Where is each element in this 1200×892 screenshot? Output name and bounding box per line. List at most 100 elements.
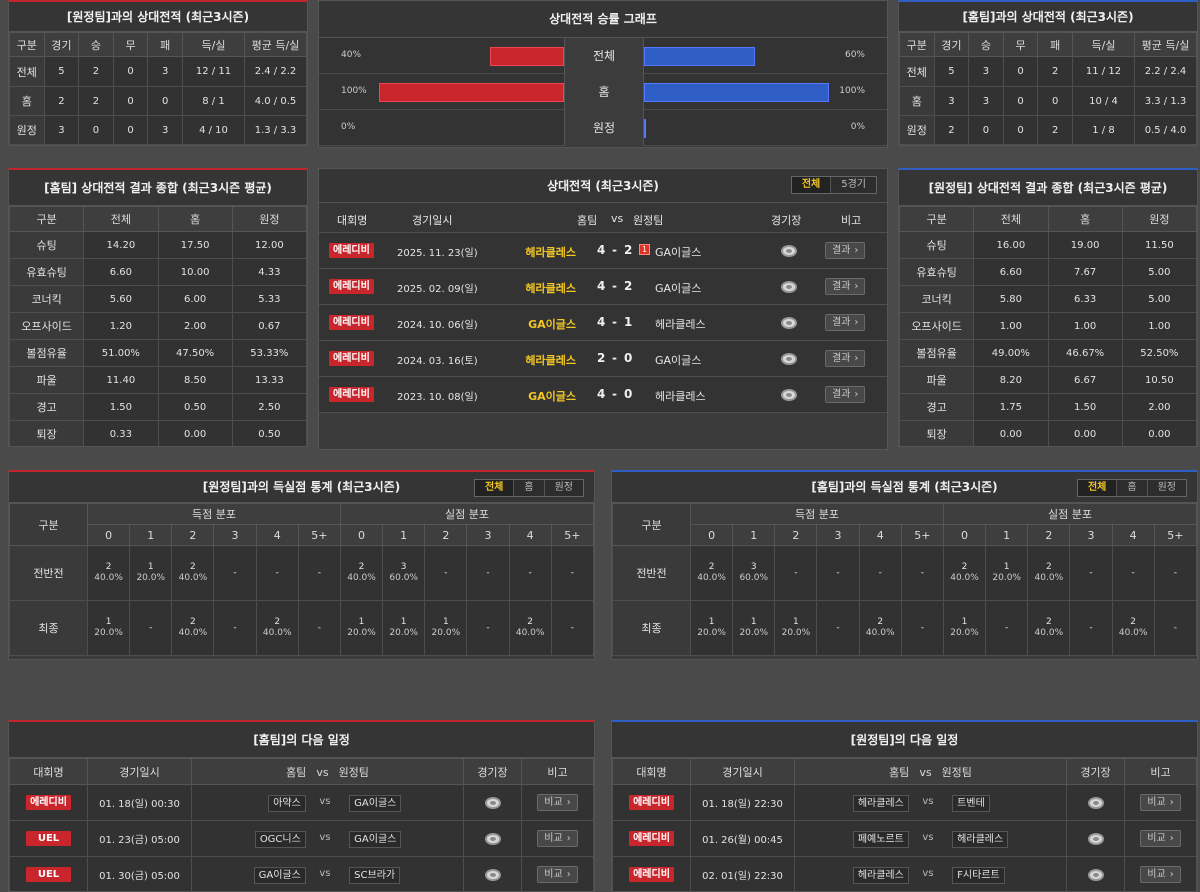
cell: 12.00 xyxy=(231,231,307,259)
header-note: 비고 xyxy=(1124,758,1197,785)
away-team[interactable]: 트벤테 xyxy=(952,795,990,812)
home-team[interactable]: GA이글스 xyxy=(253,867,306,884)
table-row[interactable]: UEL 01. 30(금) 05:00 GA이글스 vs SC브라가 비교 › xyxy=(9,856,594,891)
home-team[interactable]: 헤라클레스 xyxy=(852,867,909,884)
league-cell: UEL xyxy=(9,820,88,857)
away-team[interactable]: GA이글스 xyxy=(655,244,701,260)
result-button[interactable]: 결과 › xyxy=(825,314,866,331)
stadium-icon[interactable] xyxy=(484,796,501,809)
compare-button-label: 비교 xyxy=(544,869,563,880)
league-badge: UEL xyxy=(25,831,72,846)
distribution-cell: 3 60.0% xyxy=(732,545,776,601)
away-team[interactable]: GA이글스 xyxy=(655,280,701,296)
home-bar xyxy=(490,47,564,66)
compare-button[interactable]: 비교 › xyxy=(537,794,578,811)
away-team[interactable]: GA이글스 xyxy=(349,831,402,848)
stadium-icon[interactable] xyxy=(781,353,797,365)
home-team[interactable]: 헤라클레스 xyxy=(852,795,909,812)
home-team[interactable]: 헤라클레스 xyxy=(525,352,576,368)
percent: 40.0% xyxy=(94,573,123,583)
stadium-icon[interactable] xyxy=(1087,832,1104,845)
table-row[interactable]: 에레디비 2025. 02. 09(일) 헤라클레스 4-2 GA이글스 결과 › xyxy=(319,269,887,305)
stadium-icon[interactable] xyxy=(1087,796,1104,809)
home-winrate: 100% xyxy=(341,86,367,96)
home-team[interactable]: 헤라클레스 xyxy=(525,244,576,260)
bucket-header: 4 xyxy=(255,524,299,546)
away-team[interactable]: 헤라클레스 xyxy=(655,316,706,332)
result-button[interactable]: 결과 › xyxy=(825,350,866,367)
cell: 0.00 xyxy=(1121,420,1197,446)
table-row[interactable]: 에레디비 01. 26(월) 00:45 페예노르트 vs 헤라클레스 비교 › xyxy=(612,820,1197,857)
tab-5-games[interactable]: 5경기 xyxy=(830,177,876,193)
tab-home[interactable]: 홈 xyxy=(513,480,543,496)
note-cell: 비교 › xyxy=(521,856,594,891)
cell: 4.33 xyxy=(231,258,307,286)
away-team[interactable]: GA이글스 xyxy=(349,795,402,812)
stadium-icon[interactable] xyxy=(781,281,797,293)
tab-home[interactable]: 홈 xyxy=(1116,480,1146,496)
tab-away[interactable]: 원정 xyxy=(1146,480,1186,496)
tab-all[interactable]: 전체 xyxy=(1077,480,1117,496)
away-team[interactable]: 헤라클레스 xyxy=(655,388,706,404)
tab-all[interactable]: 전체 xyxy=(791,177,831,193)
score-separator: - xyxy=(612,387,617,401)
home-team[interactable]: GA이글스 xyxy=(528,388,576,404)
away-team[interactable]: GA이글스 xyxy=(655,352,701,368)
count: - xyxy=(836,567,840,578)
row-label: 슈팅 xyxy=(899,231,975,259)
table-row[interactable]: 에레디비 01. 18(일) 00:30 아약스 vs GA이글스 비교 › xyxy=(9,784,594,821)
header-note: 비고 xyxy=(841,214,862,227)
stadium-icon[interactable] xyxy=(781,389,797,401)
stadium-icon[interactable] xyxy=(781,317,797,329)
left-summary-panel: [홈팀] 상대전적 결과 종합 (최근3시즌 평균) 구분 전체 홈 원정 슈팅 14.2… xyxy=(8,168,308,447)
tab-away[interactable]: 원정 xyxy=(543,480,583,496)
header-home: 홈팀 xyxy=(577,214,598,227)
compare-button[interactable]: 비교 › xyxy=(1140,866,1181,883)
bucket-header: 2 xyxy=(171,524,215,546)
header-away: 원정팀 xyxy=(633,214,664,227)
stadium-icon[interactable] xyxy=(484,868,501,881)
cell: 2 xyxy=(78,56,114,87)
cell: 0.50 xyxy=(157,393,233,421)
result-button[interactable]: 결과 › xyxy=(825,242,866,259)
score-separator: - xyxy=(612,315,617,329)
table-row[interactable]: 에레디비 2024. 03. 16(토) 헤라클레스 2-0 GA이글스 결과 › xyxy=(319,341,887,377)
compare-button[interactable]: 비교 › xyxy=(537,866,578,883)
stadium-icon[interactable] xyxy=(1087,868,1104,881)
away-team[interactable]: F시타르트 xyxy=(952,867,1005,884)
away-score: 2 xyxy=(624,279,633,293)
result-button[interactable]: 결과 › xyxy=(825,278,866,295)
distribution-cell: - xyxy=(985,600,1029,656)
table-row[interactable]: 에레디비 02. 01(일) 22:30 헤라클레스 vs F시타르트 비교 › xyxy=(612,856,1197,891)
away-team[interactable]: 헤라클레스 xyxy=(952,831,1009,848)
home-team[interactable]: GA이글스 xyxy=(528,316,576,332)
table-row[interactable]: 에레디비 01. 18(일) 22:30 헤라클레스 vs 트벤테 비교 › xyxy=(612,784,1197,821)
cell: 0.5 / 4.0 xyxy=(1134,115,1197,145)
result-button[interactable]: 결과 › xyxy=(825,386,866,403)
cell: 4 / 10 xyxy=(182,115,245,145)
stadium-icon[interactable] xyxy=(781,245,797,257)
home-team[interactable]: OGC니스 xyxy=(254,831,306,848)
vs-label: vs xyxy=(319,796,331,807)
stadium-icon[interactable] xyxy=(484,832,501,845)
tab-all[interactable]: 전체 xyxy=(474,480,514,496)
match-date: 2025. 11. 23(일) xyxy=(397,248,478,259)
table-row[interactable]: 에레디비 2023. 10. 08(일) GA이글스 4-0 헤라클레스 결과 › xyxy=(319,377,887,413)
table-row[interactable]: UEL 01. 23(금) 05:00 OGC니스 vs GA이글스 비교 › xyxy=(9,820,594,857)
table-row[interactable]: 에레디비 2024. 10. 06(일) GA이글스 4-1 헤라클레스 결과 › xyxy=(319,305,887,341)
away-team[interactable]: SC브라가 xyxy=(349,867,401,884)
compare-button[interactable]: 비교 › xyxy=(1140,830,1181,847)
conceded-header: 실점 분포 xyxy=(339,503,594,525)
left-goals-tabs: 전체 홈 원정 xyxy=(473,479,584,497)
distribution-cell: 1 20.0% xyxy=(424,600,468,656)
distribution-cell: - xyxy=(550,545,594,601)
col-header: 구분 xyxy=(612,503,691,546)
compare-button[interactable]: 비교 › xyxy=(537,830,578,847)
home-team[interactable]: 페예노르트 xyxy=(852,831,909,848)
home-team[interactable]: 아약스 xyxy=(268,795,306,812)
compare-button[interactable]: 비교 › xyxy=(1140,794,1181,811)
bucket-header: 3 xyxy=(213,524,257,546)
table-row[interactable]: 에레디비 2025. 11. 23(일) 헤라클레스 4-2 1 GA이글스 결과 › xyxy=(319,233,887,269)
table-row: 원정 3 0 0 3 4 / 10 1.3 / 3.3 xyxy=(9,115,307,145)
home-team[interactable]: 헤라클레스 xyxy=(525,280,576,296)
